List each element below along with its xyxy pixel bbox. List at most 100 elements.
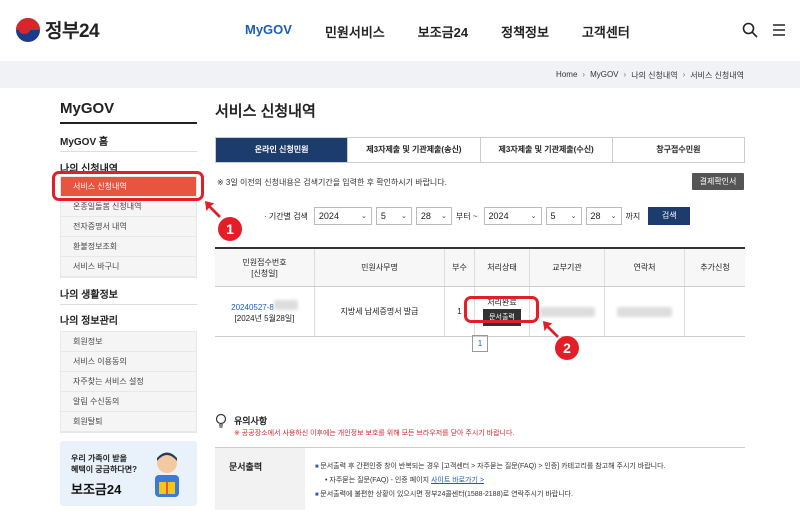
- notes-title: 유의사항: [234, 416, 268, 426]
- breadcrumb-home[interactable]: Home: [556, 70, 577, 81]
- breadcrumb-current[interactable]: 서비스 신청내역: [690, 70, 744, 81]
- privacy-warning: ※ 공공장소에서 사용하신 이후에는 개인정보 보호를 위해 모든 브라우저를 …: [234, 430, 515, 437]
- step-badge-1: 1: [218, 217, 242, 241]
- sidebar-item-e-certificates[interactable]: 전자증명서 내역: [61, 217, 196, 237]
- from-month-value: 5: [380, 211, 386, 221]
- from-year-value: 2024: [318, 211, 339, 221]
- tab-third-party-sent[interactable]: 제3자제출 및 기관제출(송신): [348, 138, 481, 162]
- chevron-down-icon: ⌄: [610, 213, 617, 220]
- nav-subsidy24[interactable]: 보조금24: [418, 22, 468, 41]
- date-filter: · 기간별 검색 2024 ⌄ 5 ⌄ 28 ⌄ 부터 ~ 2024 ⌄ 5 ⌄ 28 ⌄ …: [264, 207, 691, 225]
- highlight-box-print-button: [464, 296, 539, 323]
- breadcrumb-my-applications[interactable]: 나의 신청내역: [631, 70, 677, 81]
- tab-third-party-received[interactable]: 제3자제출 및 기관제출(수신): [480, 138, 613, 162]
- sidebar-item-notification-consent[interactable]: 알림 수신동의: [61, 392, 196, 412]
- site-header: 정부24 MyGOV 민원서비스 보조금24 정책정보 고객센터: [0, 0, 800, 60]
- sidebar-item-mygov-home[interactable]: MyGOV 홈: [60, 133, 108, 148]
- to-month-select[interactable]: 5 ⌄: [545, 207, 582, 225]
- col-receipt-no: 민원접수번호 [신청일]: [215, 249, 315, 286]
- doc-note-3: 문서출력에 불편한 상황이 있으시면 정부24콜센터(1588-2188)로 연…: [315, 488, 666, 502]
- sidebar-group-my-info[interactable]: 나의 정보관리: [60, 312, 118, 327]
- filter-end-label: 까지: [625, 211, 641, 221]
- payment-confirmation-button[interactable]: 결제확인서: [692, 173, 744, 190]
- page-1-button[interactable]: 1: [472, 335, 488, 352]
- document-print-info: 문서출력 문서출력 후 간편인증 창이 반복되는 경우 [고객센터 > 자주묻는…: [215, 447, 745, 510]
- nav-mygov[interactable]: MyGOV: [245, 22, 292, 41]
- sidebar-item-withdraw[interactable]: 회원탈퇴: [61, 412, 196, 432]
- cell-receipt: 20240527-8 [2024년 5월28일]: [215, 287, 315, 336]
- chevron-down-icon: ⌄: [361, 213, 367, 220]
- doc-note-2: • 자주묻는 질문(FAQ) - 인증 페이지 사이트 바로가기 >: [315, 474, 666, 488]
- banner-line1: 우리 가족이 받을: [71, 454, 127, 463]
- faq-site-link[interactable]: 사이트 바로가기 >: [431, 477, 484, 484]
- application-date: [2024년 5월28일]: [234, 313, 295, 323]
- from-day-value: 28: [420, 211, 431, 221]
- doc-note-1: 문서출력 후 간편인증 창이 반복되는 경우 [고객센터 > 자주묻는 질문(F…: [315, 460, 665, 474]
- lightbulb-icon: [215, 413, 227, 428]
- search-button[interactable]: 검색: [648, 207, 691, 225]
- to-day-value: 28: [590, 211, 601, 221]
- col-additional-request: 추가신청: [700, 263, 730, 272]
- cell-additional: [685, 287, 745, 336]
- chevron-right-icon: ›: [582, 70, 586, 79]
- arrow-up-left-icon: [203, 198, 224, 221]
- applications-table: 민원접수번호 [신청일] 민원사무명 부수 처리상태 교부기관 연락처 추가신청…: [215, 247, 745, 337]
- doc-note-2-text: • 자주묻는 질문(FAQ) - 인증 페이지: [325, 477, 430, 484]
- chevron-right-icon: ›: [623, 70, 627, 79]
- to-day-select[interactable]: 28 ⌄: [585, 207, 622, 225]
- step-badge-2: 2: [555, 336, 579, 360]
- sidebar-item-service-consent[interactable]: 서비스 이용동의: [61, 352, 196, 372]
- person-with-gift-illustration: [155, 452, 179, 497]
- doc-box-label: 문서출력: [215, 448, 305, 510]
- sidebar-group-life-info[interactable]: 나의 생활정보: [60, 286, 118, 301]
- doc-box-lines: 문서출력 후 간편인증 창이 반복되는 경우 [고객센터 > 자주묻는 질문(F…: [315, 460, 666, 502]
- sidebar-submenu-my-info: 회원정보 서비스 이용동의 자주찾는 서비스 설정 알림 수신동의 회원탈퇴: [60, 331, 197, 433]
- redacted-value: [617, 306, 672, 317]
- sidebar-item-refund-info[interactable]: 환불정보조회: [61, 237, 196, 257]
- taegeuk-logo-icon: [16, 17, 40, 42]
- tab-online-applications[interactable]: 온라인 신청민원: [216, 138, 349, 162]
- sidebar-item-member-info[interactable]: 회원정보: [61, 332, 196, 352]
- breadcrumb-mygov[interactable]: MyGOV: [590, 70, 618, 81]
- col-issuing-agency: 교부기관: [530, 249, 605, 286]
- divider: [60, 151, 197, 152]
- nav-policy-info[interactable]: 정책정보: [501, 22, 549, 41]
- nav-civil-service[interactable]: 민원서비스: [325, 22, 385, 41]
- to-year-select[interactable]: 2024 ⌄: [483, 207, 542, 225]
- cell-service: 지방세 납세증명서 발급: [315, 287, 445, 336]
- subsidy24-banner[interactable]: 우리 가족이 받을 혜택이 궁금하다면? 보조금24: [60, 441, 197, 506]
- col-contact: 연락처: [605, 249, 685, 286]
- logo-text: 정부24: [45, 21, 100, 42]
- highlight-box-service-applications: [52, 171, 204, 201]
- search-icon[interactable]: [742, 22, 758, 38]
- col-service-name: 민원사무명: [315, 249, 445, 286]
- application-tabs: 온라인 신청민원 제3자제출 및 기관제출(송신) 제3자제출 및 기관제출(수…: [215, 137, 745, 163]
- col-status: 처리상태: [475, 249, 530, 286]
- hamburger-menu-icon[interactable]: [771, 22, 787, 38]
- banner-line2: 혜택이 궁금하다면?: [71, 465, 137, 474]
- filter-mid-label: 부터 ~: [455, 211, 478, 221]
- period-notice: ※ 3일 이전의 신청내용은 검색기간을 입력한 후 확인하시기 바랍니다.: [217, 178, 447, 187]
- sidebar-item-frequent-services[interactable]: 자주찾는 서비스 설정: [61, 372, 196, 392]
- chevron-down-icon: ⌄: [530, 213, 537, 220]
- breadcrumb-bar: Home › MyGOV › 나의 신청내역 › 서비스 신청내역: [0, 61, 800, 88]
- logo[interactable]: 정부24: [16, 16, 100, 43]
- tab-counter-applications[interactable]: 창구접수민원: [612, 138, 744, 162]
- sidebar-title: MyGOV: [60, 100, 115, 117]
- to-year-value: 2024: [488, 211, 509, 221]
- chevron-right-icon: ›: [682, 70, 686, 79]
- sidebar-item-service-basket[interactable]: 서비스 바구니: [61, 257, 196, 277]
- receipt-no-link[interactable]: 20240527-8: [231, 299, 298, 313]
- redacted-value: [539, 306, 595, 317]
- banner-brand: 보조금24: [71, 482, 122, 497]
- divider: [60, 304, 197, 305]
- to-month-value: 5: [550, 211, 556, 221]
- chevron-down-icon: ⌄: [570, 213, 577, 220]
- banner-text: 우리 가족이 받을 혜택이 궁금하다면?: [71, 453, 151, 475]
- from-year-select[interactable]: 2024 ⌄: [313, 207, 372, 225]
- chevron-down-icon: ⌄: [441, 213, 447, 220]
- nav-customer-center[interactable]: 고객센터: [582, 22, 630, 41]
- breadcrumb: Home › MyGOV › 나의 신청내역 › 서비스 신청내역: [556, 70, 744, 81]
- from-month-select[interactable]: 5 ⌄: [375, 207, 412, 225]
- from-day-select[interactable]: 28 ⌄: [415, 207, 452, 225]
